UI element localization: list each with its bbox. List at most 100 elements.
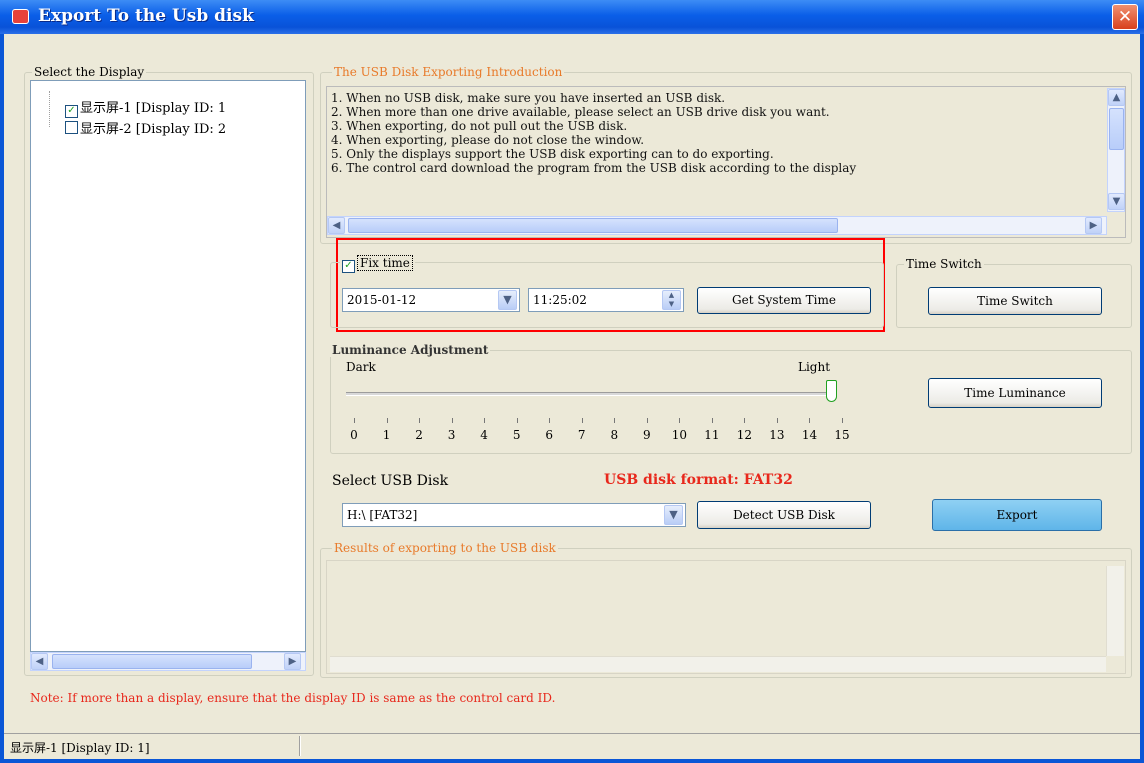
scale-number: 1 xyxy=(382,428,391,442)
status-text: 显示屏-1 [Display ID: 1] xyxy=(10,741,150,755)
scale-tick xyxy=(419,418,421,423)
usb-dropdown-button[interactable]: ▼ xyxy=(664,505,683,525)
scale-tick xyxy=(776,418,778,423)
time-input[interactable]: 11:25:02 ▲ ▼ xyxy=(528,288,684,312)
scale-number: 5 xyxy=(512,428,521,442)
scale-tick xyxy=(711,418,713,423)
dark-label: Dark xyxy=(346,360,376,374)
luminance-legend: Luminance Adjustment xyxy=(330,343,491,357)
scale-number: 9 xyxy=(642,428,651,442)
luminance-slider-thumb[interactable] xyxy=(826,380,837,402)
time-spin-button[interactable]: ▲ ▼ xyxy=(662,290,681,310)
results-vscrollbar[interactable] xyxy=(1106,566,1124,656)
intro-line: 4. When exporting, please do not close t… xyxy=(331,133,645,147)
scroll-left-button[interactable]: ◀ xyxy=(328,217,345,234)
time-luminance-button[interactable]: Time Luminance xyxy=(928,378,1102,408)
dropdown-arrow-icon: ▼ xyxy=(669,508,678,521)
scale-number: 12 xyxy=(736,428,753,442)
dropdown-arrow-icon: ▼ xyxy=(503,293,512,306)
time-switch-button[interactable]: Time Switch xyxy=(928,287,1102,315)
scroll-left-button[interactable]: ◀ xyxy=(31,653,48,670)
get-system-time-button[interactable]: Get System Time xyxy=(697,287,871,314)
light-label: Light xyxy=(798,360,831,374)
scale-tick xyxy=(581,418,583,423)
scale-number: 7 xyxy=(577,428,586,442)
scale-tick xyxy=(614,418,616,423)
intro-line: 5. Only the displays support the USB dis… xyxy=(331,147,774,161)
tree-connector xyxy=(49,91,50,127)
window-frame-left xyxy=(0,34,4,763)
date-dropdown-button[interactable]: ▼ xyxy=(498,290,517,310)
status-bar xyxy=(4,733,1140,759)
scale-tick xyxy=(646,418,648,423)
checkmark-icon: ✓ xyxy=(67,105,76,116)
luminance-slider-track[interactable] xyxy=(346,392,832,396)
export-button[interactable]: Export xyxy=(932,499,1102,531)
window-title: Export To the Usb disk xyxy=(38,6,254,26)
app-icon xyxy=(12,9,29,24)
usb-disk-value: H:\ [FAT32] xyxy=(347,508,418,522)
fix-time-checkbox[interactable]: ✓ xyxy=(342,260,355,273)
scale-number: 0 xyxy=(350,428,358,442)
window-frame-bottom xyxy=(0,759,1144,763)
spin-icon: ▲ ▼ xyxy=(668,291,675,308)
scale-tick xyxy=(386,418,388,423)
intro-legend: The USB Disk Exporting Introduction xyxy=(332,65,565,79)
intro-line: 3. When exporting, do not pull out the U… xyxy=(331,119,628,133)
display-tree: ✓ 显示屏-1 [Display ID: 1 显示屏-2 [Display ID:… xyxy=(30,80,306,652)
time-value: 11:25:02 xyxy=(533,293,587,307)
scroll-right-button[interactable]: ▶ xyxy=(1085,217,1102,234)
scroll-right-button[interactable]: ▶ xyxy=(284,653,301,670)
scale-number: 13 xyxy=(769,428,785,442)
scale-number: 11 xyxy=(704,428,720,442)
scroll-right-icon: ▶ xyxy=(1089,220,1098,231)
scale-number: 6 xyxy=(545,428,553,442)
results-legend: Results of exporting to the USB disk xyxy=(332,541,558,555)
scale-number: 10 xyxy=(671,428,687,442)
scale-tick xyxy=(842,418,843,423)
usb-disk-select[interactable]: H:\ [FAT32] ▼ xyxy=(342,503,686,527)
display-group-legend: Select the Display xyxy=(32,65,147,79)
tree-hscroll-thumb[interactable] xyxy=(52,654,252,669)
scale-number: 3 xyxy=(447,428,456,442)
scroll-down-button[interactable]: ▼ xyxy=(1108,193,1125,210)
window-frame-right xyxy=(1140,34,1144,763)
intro-hscroll-thumb[interactable] xyxy=(348,218,838,233)
intro-vscroll-thumb[interactable] xyxy=(1109,108,1124,150)
close-button[interactable]: ✕ xyxy=(1112,4,1138,30)
scale-tick xyxy=(744,418,746,423)
scale-tick xyxy=(549,418,551,423)
display-1-checkbox[interactable]: ✓ xyxy=(65,105,78,118)
fix-time-toggle[interactable]: ✓ Fix time xyxy=(340,255,415,273)
close-icon: ✕ xyxy=(1117,7,1133,27)
note-text: Note: If more than a display, ensure tha… xyxy=(30,691,556,705)
scroll-left-icon: ◀ xyxy=(332,220,341,231)
scale-tick xyxy=(679,418,681,423)
fix-time-label: Fix time xyxy=(357,255,413,271)
scale-number: 15 xyxy=(834,428,850,442)
results-hscrollbar[interactable] xyxy=(330,656,1106,672)
scroll-up-button[interactable]: ▲ xyxy=(1108,89,1125,106)
scale-tick xyxy=(516,418,518,423)
display-2-checkbox[interactable] xyxy=(65,121,78,134)
display-item-label: 显示屏-2 [Display ID: 2 xyxy=(80,122,227,137)
date-picker[interactable]: 2015-01-12 ▼ xyxy=(342,288,520,312)
display-item-label: 显示屏-1 [Display ID: 1 xyxy=(80,101,227,116)
scale-number: 4 xyxy=(480,428,488,442)
scale-tick xyxy=(484,418,486,423)
scale-tick xyxy=(354,418,355,423)
scale-tick xyxy=(809,418,811,423)
display-item-1[interactable]: ✓ 显示屏-1 [Display ID: 1 xyxy=(65,97,226,118)
scroll-up-icon: ▲ xyxy=(1112,92,1121,103)
scale-number: 14 xyxy=(801,428,818,442)
scroll-right-icon: ▶ xyxy=(288,656,297,667)
checkmark-icon: ✓ xyxy=(344,260,353,271)
time-switch-legend: Time Switch xyxy=(904,257,984,271)
scale-tick xyxy=(451,418,453,423)
scroll-left-icon: ◀ xyxy=(35,656,44,667)
detect-usb-button[interactable]: Detect USB Disk xyxy=(697,501,871,529)
date-value: 2015-01-12 xyxy=(347,293,417,307)
display-item-2[interactable]: 显示屏-2 [Display ID: 2 xyxy=(65,118,226,137)
intro-line: 1. When no USB disk, make sure you have … xyxy=(331,91,726,105)
scale-number: 2 xyxy=(415,428,423,442)
